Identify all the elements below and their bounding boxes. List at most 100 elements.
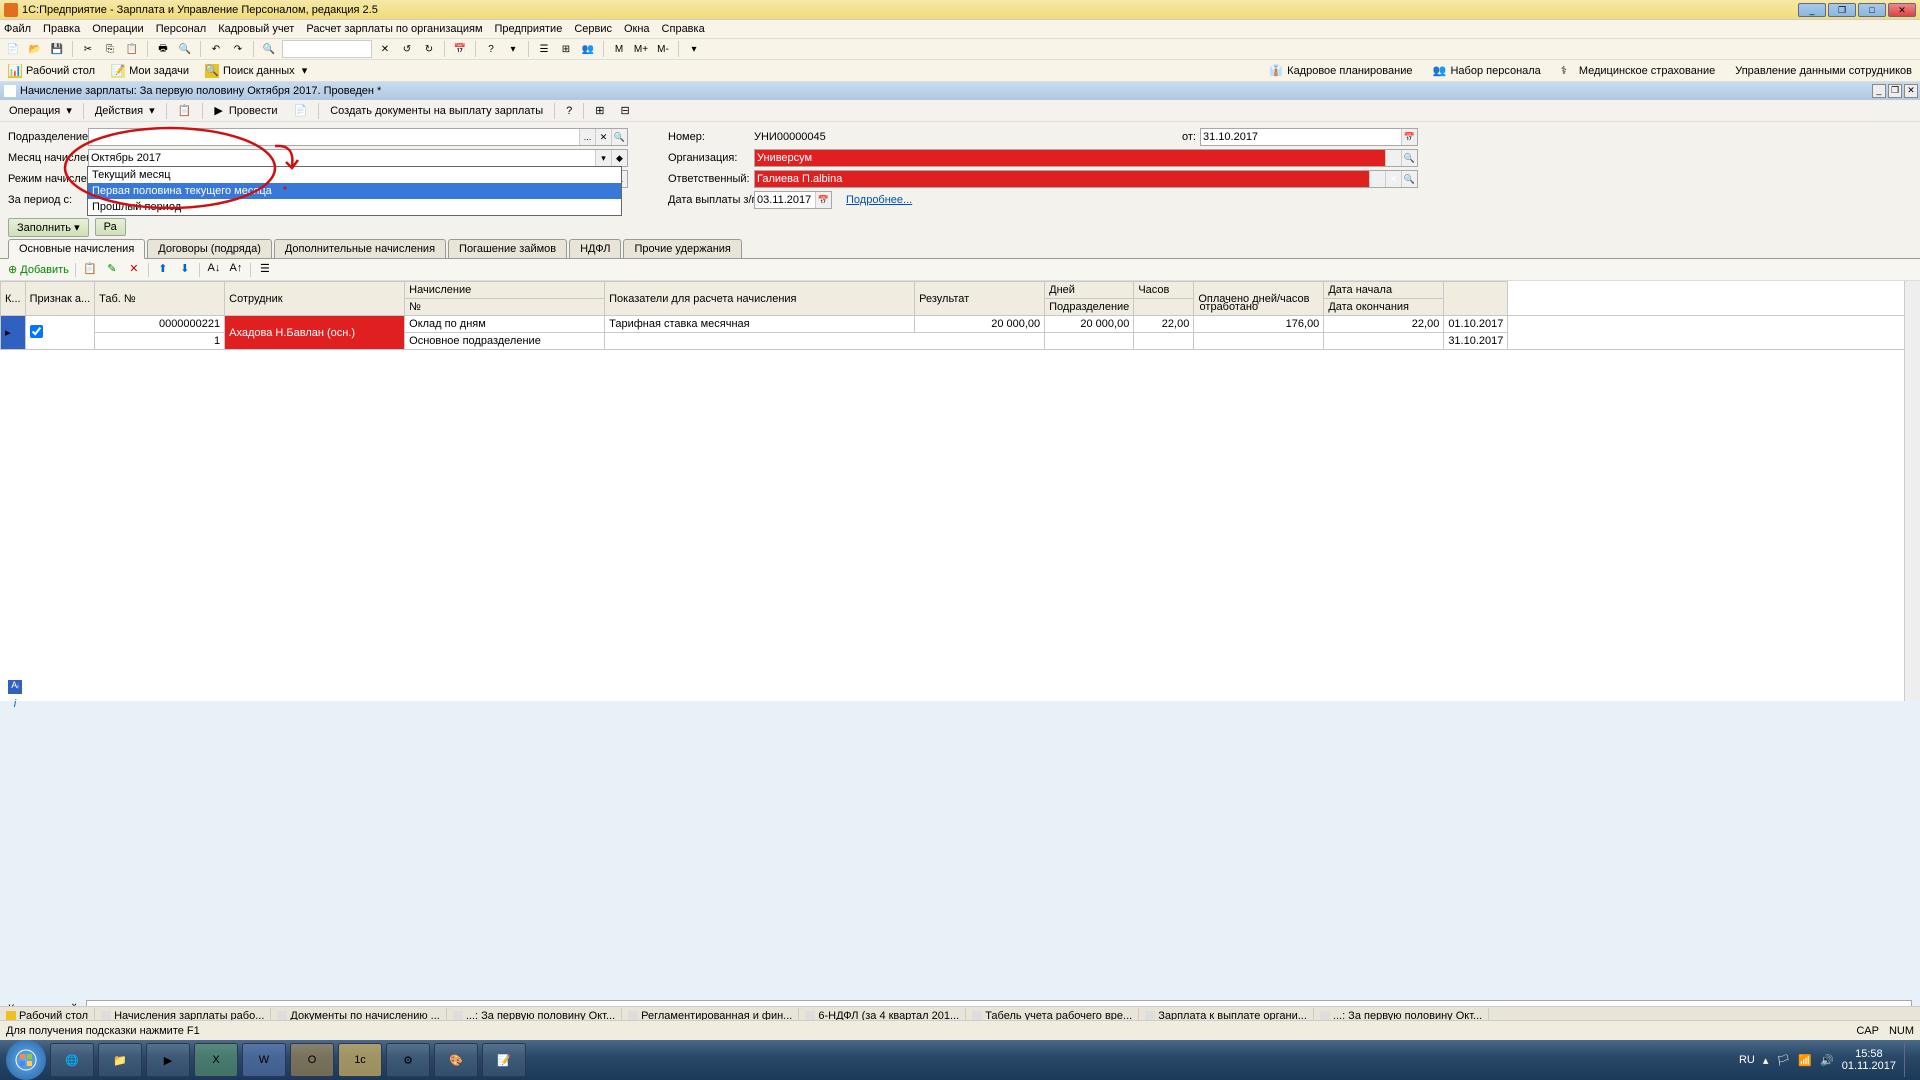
cut-icon[interactable]: ✂ [79, 40, 97, 58]
task-app1[interactable]: ⚙ [386, 1043, 430, 1077]
task-excel[interactable]: X [194, 1043, 238, 1077]
print-icon[interactable]: 🖶 [154, 40, 172, 58]
dropdown-opt-current[interactable]: Текущий месяц [88, 167, 621, 183]
resp-select-icon[interactable]: ... [1369, 171, 1385, 187]
tab-additional[interactable]: Дополнительные начисления [274, 239, 446, 258]
menu-windows[interactable]: Окна [624, 23, 650, 35]
start-button[interactable] [6, 1040, 46, 1080]
doc-min-icon[interactable]: _ [1872, 84, 1886, 98]
menu-service[interactable]: Сервис [574, 23, 612, 35]
create-payment-button[interactable]: Создать документы на выплату зарплаты [325, 103, 548, 119]
copy-row-icon[interactable]: 📋 [82, 262, 98, 278]
open-icon[interactable]: 📂 [26, 40, 44, 58]
maximize-button[interactable]: □ [1858, 3, 1886, 17]
side-info-icon[interactable]: i [8, 698, 22, 712]
col-dend[interactable]: Дата окончания [1324, 299, 1444, 316]
dept-select-icon[interactable]: ... [579, 129, 595, 145]
paydate-cal-icon[interactable]: 📅 [815, 192, 831, 208]
help-icon[interactable]: ? [482, 40, 500, 58]
tray-up-icon[interactable]: ▴ [1763, 1054, 1769, 1067]
desktop-link[interactable]: 📊Рабочий стол [4, 62, 99, 80]
dept-clear-icon[interactable]: ✕ [595, 129, 611, 145]
from-cal-icon[interactable]: 📅 [1401, 129, 1417, 145]
preview-icon[interactable]: 🔍 [176, 40, 194, 58]
save-icon[interactable]: 💾 [48, 40, 66, 58]
menu-hr[interactable]: Кадровый учет [218, 23, 294, 35]
misc-icon[interactable]: ▾ [685, 40, 703, 58]
task-media[interactable]: ▶ [146, 1043, 190, 1077]
col-sotr[interactable]: Сотрудник [225, 282, 405, 316]
task-explorer[interactable]: 📁 [98, 1043, 142, 1077]
tree-icon[interactable]: ⊞ [557, 40, 575, 58]
fill-button[interactable]: Заполнить ▾ [8, 218, 89, 237]
tray-clock[interactable]: 15:5801.11.2017 [1842, 1048, 1896, 1072]
struct2-icon[interactable]: ⊟ [615, 102, 634, 119]
m-icon[interactable]: M [610, 40, 628, 58]
redo-icon[interactable]: ↷ [229, 40, 247, 58]
insurance-link[interactable]: ⚕Медицинское страхование [1557, 62, 1719, 80]
next-icon[interactable]: ↻ [420, 40, 438, 58]
employee-data-link[interactable]: Управление данными сотрудников [1731, 62, 1916, 80]
help2-icon[interactable]: ? [561, 103, 577, 119]
resp-clear-icon[interactable]: ✕ [1385, 171, 1401, 187]
menu-help[interactable]: Справка [662, 23, 705, 35]
task-notes[interactable]: 📝 [482, 1043, 526, 1077]
conduct-button[interactable]: ▶ Провести [209, 102, 282, 119]
doc-close-icon[interactable]: ✕ [1904, 84, 1918, 98]
up-icon[interactable]: ⬆ [155, 262, 171, 278]
tab-loans[interactable]: Погашение займов [448, 239, 567, 258]
dropdown-icon[interactable]: ▾ [504, 40, 522, 58]
operation-button[interactable]: Операция ▾ [4, 102, 77, 119]
actions-button[interactable]: Действия ▾ [90, 102, 160, 119]
col-nach[interactable]: Начисление [405, 282, 605, 299]
copy-icon[interactable]: ⎘ [101, 40, 119, 58]
accruals-table[interactable]: К... Признак а... Таб. № Сотрудник Начис… [0, 281, 1920, 350]
columns-icon[interactable]: ☰ [257, 262, 273, 278]
col-pokaz[interactable]: Показатели для расчета начисления [605, 282, 915, 316]
tool-icon-1[interactable]: 📋 [173, 102, 197, 119]
col-k[interactable]: К... [1, 282, 26, 316]
org-open-icon[interactable]: 🔍 [1401, 150, 1417, 166]
mplus-icon[interactable]: M+ [632, 40, 650, 58]
col-priznak[interactable]: Признак а... [25, 282, 95, 316]
search-input[interactable] [282, 40, 372, 58]
people-icon[interactable]: 👥 [579, 40, 597, 58]
more-link[interactable]: Подробнее... [846, 194, 912, 206]
sort-desc-icon[interactable]: A↑ [228, 262, 244, 278]
edit-row-icon[interactable]: ✎ [104, 262, 120, 278]
struct-icon[interactable]: ⊞ [590, 102, 609, 119]
search-data-link[interactable]: 🔍Поиск данных ▾ [201, 62, 311, 80]
tray-lang[interactable]: RU [1739, 1054, 1755, 1066]
minimize-button[interactable]: _ [1798, 3, 1826, 17]
dropdown-opt-firsthalf[interactable]: Первая половина текущего месяца [88, 183, 621, 199]
hr-planning-link[interactable]: 👔Кадровое планирование [1265, 62, 1416, 80]
col-no[interactable]: № [405, 299, 605, 316]
menu-edit[interactable]: Правка [43, 23, 80, 35]
resp-input[interactable] [755, 171, 1369, 187]
paydate-input[interactable] [755, 192, 815, 208]
tasks-link[interactable]: 📝Мои задачи [107, 62, 193, 80]
month-input[interactable] [89, 150, 595, 166]
month-dropdown-icon[interactable]: ▾ [595, 150, 611, 166]
restore-button[interactable]: ❐ [1828, 3, 1856, 17]
task-ie[interactable]: 🌐 [50, 1043, 94, 1077]
col-days[interactable]: Дней [1045, 282, 1134, 299]
dept-input[interactable] [89, 129, 579, 145]
close-button[interactable]: ✕ [1888, 3, 1916, 17]
col-result[interactable]: Результат [915, 282, 1045, 316]
new-icon[interactable]: 📄 [4, 40, 22, 58]
list-icon[interactable]: ☰ [535, 40, 553, 58]
tab-ndfl[interactable]: НДФЛ [569, 239, 621, 258]
down-icon[interactable]: ⬇ [177, 262, 193, 278]
grid-scrollbar[interactable] [1904, 281, 1920, 701]
col-podr[interactable]: Подразделение [1045, 299, 1134, 316]
clear-search-icon[interactable]: ✕ [376, 40, 394, 58]
tab-deductions[interactable]: Прочие удержания [623, 239, 741, 258]
calc-button[interactable]: Ра [95, 218, 126, 236]
col-hours[interactable]: Часов [1134, 282, 1194, 299]
prev-icon[interactable]: ↺ [398, 40, 416, 58]
tray-net-icon[interactable]: 📶 [1798, 1054, 1812, 1067]
row-checkbox[interactable] [30, 325, 43, 338]
tab-contracts[interactable]: Договоры (подряда) [147, 239, 272, 258]
dropdown-opt-past[interactable]: Прошлый период [88, 199, 621, 215]
